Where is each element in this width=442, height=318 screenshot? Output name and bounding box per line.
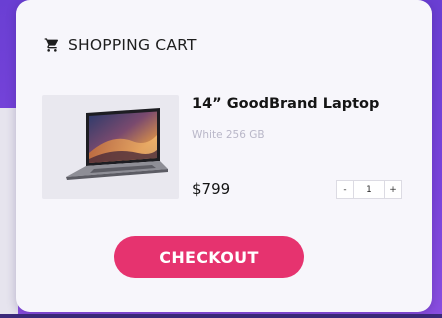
quantity-stepper: - 1 + xyxy=(336,180,402,199)
app-background: SHOPPING CART 14” GoodBrand Laptop White… xyxy=(0,0,442,318)
product-variant: White 256 GB xyxy=(192,129,265,141)
increment-button[interactable]: + xyxy=(385,181,401,198)
page-title: SHOPPING CART xyxy=(68,36,197,54)
quantity-value[interactable]: 1 xyxy=(353,181,385,198)
shopping-cart-icon xyxy=(44,37,60,53)
background-strip xyxy=(0,314,442,318)
product-name: 14” GoodBrand Laptop xyxy=(192,96,380,112)
product-price: $799 xyxy=(192,180,231,198)
checkout-button[interactable]: CHECKOUT xyxy=(114,236,304,278)
cart-header: SHOPPING CART xyxy=(44,36,197,54)
shopping-cart-panel: SHOPPING CART 14” GoodBrand Laptop White… xyxy=(16,0,432,312)
laptop-image xyxy=(42,95,179,199)
decrement-button[interactable]: - xyxy=(337,181,353,198)
